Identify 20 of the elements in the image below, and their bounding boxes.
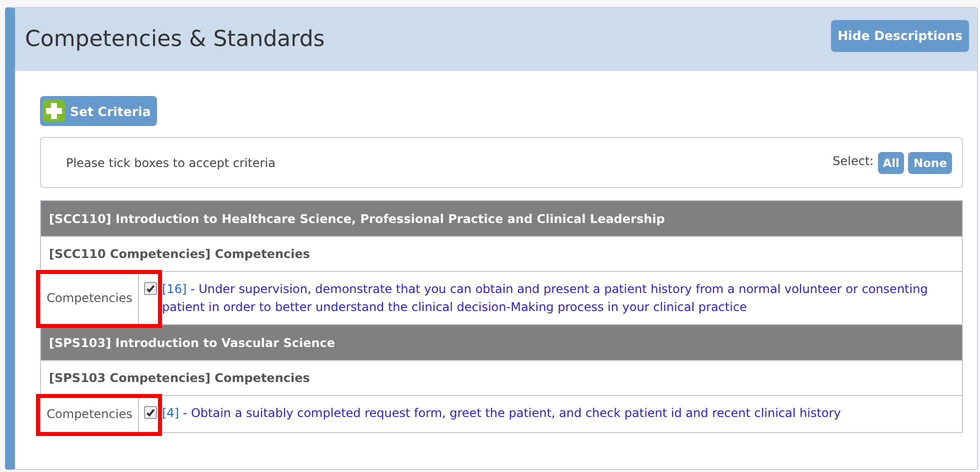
checkbox[interactable]: [144, 282, 157, 295]
module-header: [SPS103] Introduction to Vascular Science: [41, 325, 962, 361]
criterion-link[interactable]: [16]: [162, 282, 187, 296]
competency-group-title: [SCC110 Competencies] Competencies: [41, 237, 962, 272]
table-cell: Competencies: [41, 272, 139, 324]
table-cell: Competencies: [41, 396, 139, 432]
set-criteria-button[interactable]: Set Criteria: [40, 96, 157, 126]
select-button[interactable]: All: [878, 152, 904, 174]
criterion-link[interactable]: [4]: [162, 406, 179, 420]
checkbox[interactable]: [144, 406, 157, 419]
panel-title: Competencies & Standards: [25, 27, 325, 52]
select-label: Select:: [832, 154, 874, 168]
criterion-description: [4] - Obtain a suitably completed request form, greet the patient, and check patient id and recent clinical history: [162, 405, 841, 422]
module-header: [SCC110] Introduction to Healthcare Science, Professional Practice and Clinical Leadership: [41, 201, 962, 237]
instruction-text: Please tick boxes to accept criteria: [66, 156, 276, 170]
select-button[interactable]: None: [908, 152, 952, 174]
competency-group-title: [SPS103 Competencies] Competencies: [41, 361, 962, 396]
plus-icon: [43, 100, 65, 122]
hide-descriptions-button[interactable]: Hide Descriptions: [831, 20, 969, 52]
criterion-description: [16] - Under supervision, demonstrate that you can obtain and present a patient history from a normal volunteer or consenting patient in order to better understand the clinical decision-Making process in your clinical practice: [162, 281, 929, 316]
